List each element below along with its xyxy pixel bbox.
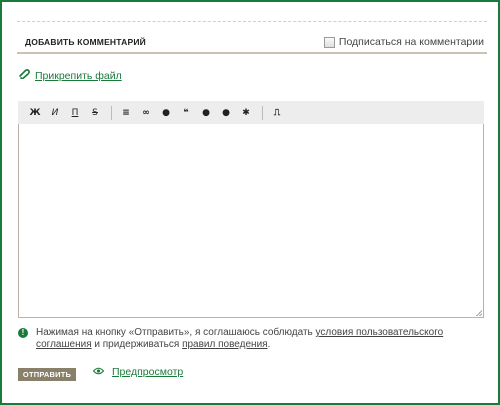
resize-handle[interactable]: [476, 310, 482, 316]
spoiler-button[interactable]: ●: [157, 104, 175, 122]
attach-file[interactable]: Прикрепить файл: [18, 69, 122, 82]
notice-text-after: .: [267, 339, 271, 350]
toolbar-separator: [262, 105, 263, 120]
attach-file-link[interactable]: Прикрепить файл: [35, 70, 122, 82]
quote-button[interactable]: ❝: [177, 104, 195, 122]
notice-text-before: Нажимая на кнопку «Отправить», я соглаша…: [36, 327, 316, 338]
toolbar-separator: [111, 105, 112, 120]
bold-button[interactable]: Ж: [26, 104, 44, 122]
underline-button[interactable]: П: [66, 104, 84, 122]
italic-button[interactable]: И: [46, 104, 64, 122]
subscribe-toggle[interactable]: Подписаться на комментарии: [323, 36, 484, 48]
comment-panel: ДОБАВИТЬ КОММЕНТАРИЙ Подписаться на комм…: [0, 0, 500, 405]
image-button[interactable]: ✱: [237, 104, 255, 122]
notice-text-middle: и придерживаться: [91, 339, 183, 350]
preview-action[interactable]: Предпросмотр: [92, 366, 183, 378]
eye-icon: [92, 366, 105, 378]
subscribe-label: Подписаться на комментарии: [338, 36, 484, 48]
editor-toolbar: Ж И П S ≡ ∞ ● ❝ ● ● ✱ ⎍: [18, 101, 484, 124]
section-title: ДОБАВИТЬ КОММЕНТАРИЙ: [25, 37, 146, 47]
list-button[interactable]: ≡: [117, 104, 135, 122]
rules-link[interactable]: правил поведения: [182, 339, 268, 350]
speech-button[interactable]: ●: [197, 104, 215, 122]
preview-link[interactable]: Предпросмотр: [112, 366, 183, 378]
exclamation-icon: !: [18, 328, 28, 338]
subscribe-checkbox[interactable]: [323, 36, 335, 48]
comment-header: ДОБАВИТЬ КОММЕНТАРИЙ Подписаться на комм…: [17, 32, 487, 54]
comment-textarea[interactable]: [18, 124, 484, 318]
cut-button[interactable]: ⎍: [268, 104, 286, 122]
comment-button[interactable]: ●: [217, 104, 235, 122]
submit-button[interactable]: ОТПРАВИТЬ: [18, 368, 76, 381]
strikethrough-button[interactable]: S: [86, 104, 104, 122]
link-button[interactable]: ∞: [137, 104, 155, 122]
notice-text: Нажимая на кнопку «Отправить», я соглаша…: [36, 327, 456, 351]
dashed-divider: [17, 21, 487, 22]
paperclip-icon: [18, 69, 30, 82]
